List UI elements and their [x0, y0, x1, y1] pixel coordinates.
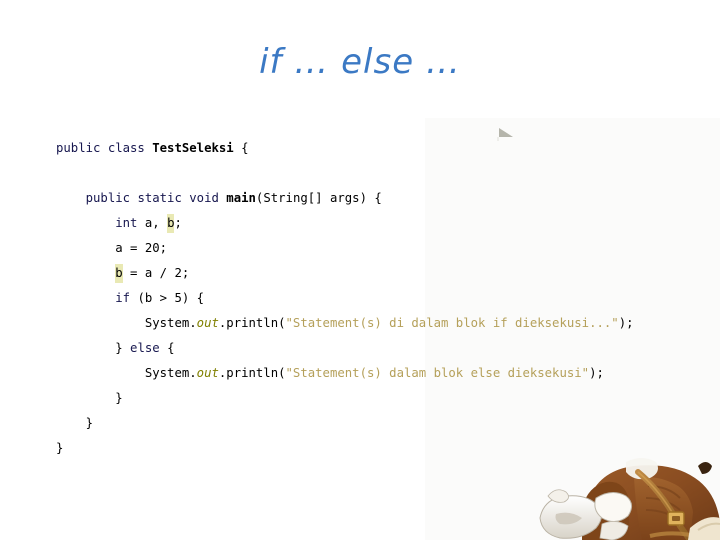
code-line: System.out.println("Statement(s) dalam b… — [56, 361, 716, 386]
code-token: { — [159, 341, 175, 355]
cartoon-horse-character-image — [530, 452, 720, 540]
code-token: main — [226, 191, 256, 205]
code-line: } else { — [56, 336, 716, 361]
code-line: public static void main(String[] args) { — [56, 186, 716, 211]
code-token: int — [115, 216, 138, 230]
code-token: (b > 5) { — [130, 291, 205, 305]
code-token: ; — [174, 216, 182, 230]
code-token: } — [115, 391, 123, 405]
presentation-slide: if … else … public class TestSeleksi { p… — [0, 0, 720, 540]
code-token: } — [56, 441, 64, 455]
code-token: .println( — [218, 316, 286, 330]
code-token: .println( — [218, 366, 286, 380]
code-token: System. — [144, 316, 197, 330]
code-line: if (b > 5) { — [56, 286, 716, 311]
code-token: out — [196, 366, 219, 380]
code-token: (String[] args) { — [255, 191, 382, 205]
gray-triangle-shadow — [497, 137, 513, 141]
gray-triangle-icon — [499, 128, 513, 137]
code-token: TestSeleksi — [152, 141, 234, 155]
page-title: if … else … — [259, 42, 461, 82]
code-line: b = a / 2; — [56, 261, 716, 286]
highlighted-token: b — [115, 264, 123, 283]
code-token: public static void — [85, 191, 227, 205]
code-line: } — [56, 411, 716, 436]
code-token: if — [115, 291, 131, 305]
code-line: a = 20; — [56, 236, 716, 261]
code-token: out — [196, 316, 219, 330]
code-token: { — [233, 141, 249, 155]
code-token: } — [115, 341, 131, 355]
code-token: a = 20; — [115, 241, 168, 255]
code-line: } — [56, 386, 716, 411]
code-token: "Statement(s) dalam blok else dieksekusi… — [285, 366, 590, 380]
code-token: public class — [56, 141, 153, 155]
code-token: System. — [144, 366, 197, 380]
code-line: int a, b; — [56, 211, 716, 236]
code-token: a, — [137, 216, 168, 230]
code-token: ); — [618, 316, 634, 330]
code-token: = a / 2; — [122, 266, 190, 280]
code-line: public class TestSeleksi { — [56, 136, 716, 161]
code-token: "Statement(s) di dalam blok if dieksekus… — [285, 316, 619, 330]
code-token: } — [85, 416, 94, 430]
java-code-block: public class TestSeleksi { public static… — [56, 136, 716, 461]
code-line: System.out.println("Statement(s) di dala… — [56, 311, 716, 336]
code-token: else — [130, 341, 160, 355]
code-token: ); — [589, 366, 604, 380]
